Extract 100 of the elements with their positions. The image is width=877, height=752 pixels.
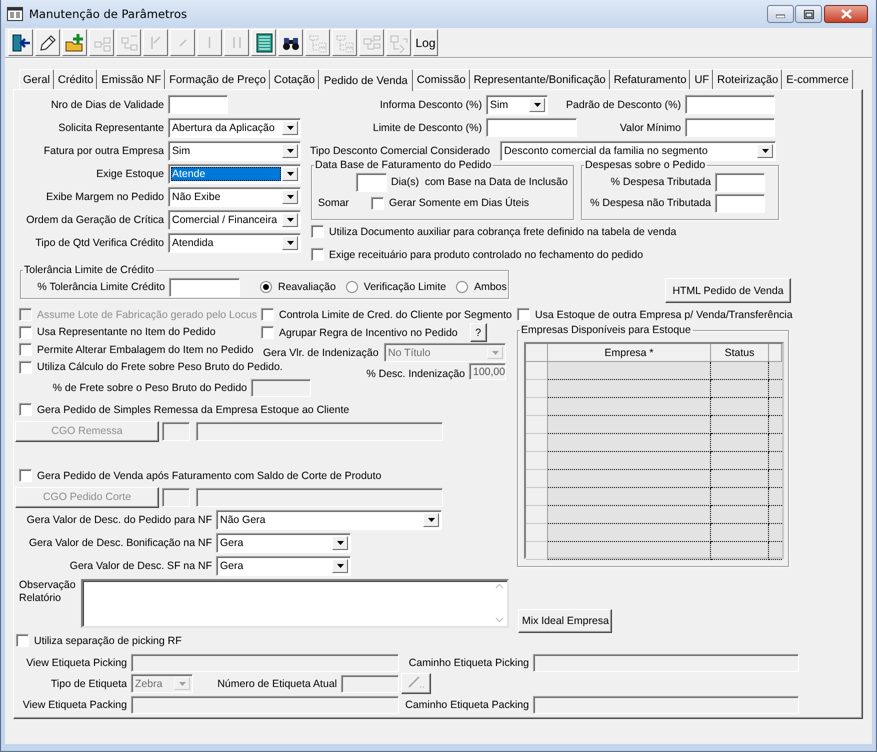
- tab[interactable]: Geral: [19, 69, 54, 89]
- group-title: Empresas Disponíveis para Estoque: [521, 324, 691, 336]
- column-header[interactable]: Empresa *: [548, 344, 711, 362]
- input-field[interactable]: [715, 172, 765, 192]
- grid-cell[interactable]: [711, 416, 769, 434]
- radio-button[interactable]: Reavaliação: [260, 281, 336, 293]
- input-field[interactable]: [162, 488, 190, 506]
- checkbox[interactable]: Controla Limite de Cred. do Cliente por Segmento: [261, 308, 512, 321]
- caret-icon: [286, 172, 294, 176]
- caret-icon: [286, 218, 294, 222]
- tab[interactable]: Refaturamento: [610, 69, 690, 89]
- close-button[interactable]: [824, 5, 868, 23]
- grid-cell[interactable]: [711, 434, 769, 452]
- maximize-button[interactable]: [795, 5, 822, 23]
- field-label: Dia(s) com Base na Data de Inclusão: [391, 176, 568, 188]
- toolbar-button[interactable]: [8, 29, 33, 56]
- pause-icon: [232, 36, 240, 49]
- input-field[interactable]: [196, 488, 443, 506]
- column-header[interactable]: Status: [711, 344, 769, 362]
- mix-button[interactable]: Mix Ideal Empresa: [518, 609, 612, 633]
- grid-cell[interactable]: [548, 416, 711, 434]
- tab[interactable]: Emissão NF: [97, 69, 166, 89]
- checkbox[interactable]: Utiliza Cálculo do Frete sobre Peso Bruto do Pedido.: [19, 360, 283, 374]
- html-button[interactable]: HTML Pedido de Venda: [665, 278, 791, 303]
- grid-cell[interactable]: [548, 488, 711, 506]
- caret-icon: [286, 194, 294, 198]
- grid-cell[interactable]: [548, 542, 711, 560]
- tab[interactable]: Formação de Preço: [165, 69, 270, 89]
- tab[interactable]: Comissão: [412, 69, 470, 89]
- data-grid[interactable]: Empresa * Status: [524, 342, 784, 559]
- caret-icon: [492, 350, 498, 354]
- checkbox[interactable]: Utiliza separação de picking RF: [16, 634, 182, 647]
- grid-cell[interactable]: [711, 398, 769, 416]
- grid-cell[interactable]: [548, 380, 711, 398]
- dropdown[interactable]: Gera: [216, 556, 351, 576]
- grid-cell[interactable]: [711, 542, 769, 560]
- log-button[interactable]: Log: [413, 29, 438, 56]
- flowchart-arrow-icon: [388, 32, 408, 52]
- grid-cell[interactable]: [711, 506, 769, 524]
- tab[interactable]: Roteirização: [713, 69, 782, 89]
- dropdown[interactable]: Desconto comercial da familia no segmento: [500, 140, 776, 160]
- minimize-button[interactable]: [767, 5, 794, 23]
- dropdown[interactable]: Atende: [168, 164, 301, 184]
- dropdown[interactable]: Atendida: [168, 232, 301, 252]
- checkbox[interactable]: Usa Estoque de outra Empresa p/ Venda/Transferência: [517, 308, 793, 321]
- grid-cell[interactable]: [548, 434, 711, 452]
- checkbox[interactable]: Agrupar Regra de Incentivo no Pedido: [261, 326, 458, 339]
- tab[interactable]: Crédito: [54, 69, 98, 89]
- toolbar-button[interactable]: [62, 29, 87, 56]
- input-field[interactable]: [685, 95, 775, 114]
- input-field[interactable]: [162, 422, 190, 440]
- dropdown[interactable]: Abertura da Aplicação: [168, 118, 301, 138]
- help-button[interactable]: ?: [470, 323, 487, 342]
- toolbar-button[interactable]: [251, 29, 276, 56]
- dropdown[interactable]: Sim: [168, 140, 301, 160]
- input-field[interactable]: [715, 194, 765, 212]
- grid-cell[interactable]: [711, 524, 769, 542]
- dropdown[interactable]: Não Exibe: [168, 186, 301, 206]
- input-field[interactable]: [685, 118, 775, 137]
- tab[interactable]: E-commerce: [782, 69, 853, 89]
- tab[interactable]: Pedido de Venda: [318, 69, 413, 91]
- toolbar-button[interactable]: [35, 29, 60, 56]
- dropdown[interactable]: Sim: [486, 94, 548, 114]
- field-label: % Despesa Tributada: [610, 176, 712, 188]
- grid-cell[interactable]: [711, 380, 769, 398]
- input-field[interactable]: [169, 278, 240, 296]
- checkbox[interactable]: Permite Alterar Embalagem do Item no Pedido: [19, 343, 254, 356]
- radio-button[interactable]: Verificação Limite: [346, 281, 446, 293]
- grid-cell[interactable]: [548, 452, 711, 470]
- dropdown[interactable]: Não Gera: [216, 510, 442, 530]
- grid-cell[interactable]: [548, 506, 711, 524]
- grid-cell[interactable]: [711, 362, 769, 380]
- tab[interactable]: Cotação: [270, 69, 319, 89]
- checkbox[interactable]: Utiliza Documento auxiliar para cobrança frete definido na tabela de venda: [311, 225, 676, 238]
- grid-cell[interactable]: [548, 470, 711, 488]
- checkbox[interactable]: Usa Representante no Item do Pedido: [19, 326, 216, 339]
- input-field[interactable]: [196, 422, 443, 440]
- tab[interactable]: Representante/Bonificação: [470, 69, 610, 89]
- input-field[interactable]: [486, 118, 577, 137]
- tab[interactable]: UF: [690, 69, 714, 89]
- field-label: Exibe Margem no Pedido: [45, 190, 165, 202]
- input-field[interactable]: [168, 95, 228, 114]
- input-field[interactable]: [356, 172, 387, 192]
- text-area[interactable]: [81, 579, 509, 628]
- dropdown[interactable]: Gera: [216, 532, 351, 552]
- grid-cell[interactable]: [711, 488, 769, 506]
- grid-cell[interactable]: [548, 362, 711, 380]
- grid-cell[interactable]: [548, 398, 711, 416]
- grid-cell[interactable]: [711, 470, 769, 488]
- dropdown[interactable]: Comercial / Financeira: [168, 210, 301, 230]
- checkbox[interactable]: Gerar Somente em Dias Úteis: [371, 196, 530, 210]
- field-label: Padrão de Desconto (%): [565, 98, 682, 110]
- checkbox[interactable]: Exige receituário para produto controlado no fechamento do pedido: [311, 248, 644, 261]
- pencil-icon: [407, 675, 425, 689]
- checkbox[interactable]: Gera Pedido de Venda após Faturamento com Saldo de Corte de Produto: [19, 469, 382, 482]
- checkbox[interactable]: Gera Pedido de Simples Remessa da Empresa Estoque ao Cliente: [19, 403, 350, 416]
- toolbar-button[interactable]: [278, 29, 303, 56]
- radio-button[interactable]: Ambos: [456, 281, 507, 293]
- grid-cell[interactable]: [548, 524, 711, 542]
- grid-cell[interactable]: [711, 452, 769, 470]
